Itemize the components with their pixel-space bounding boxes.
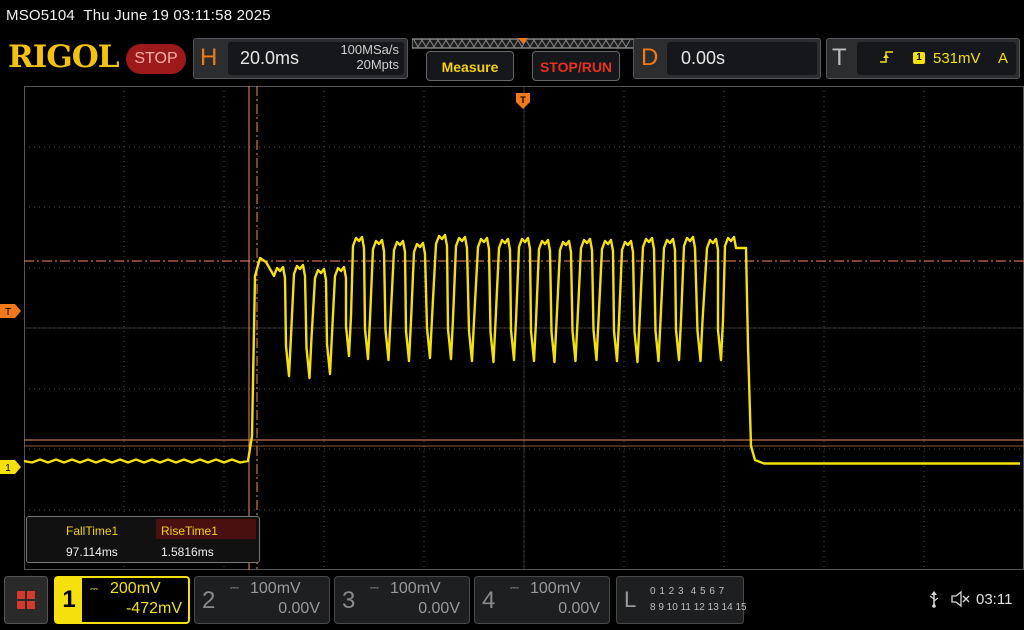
trigger-source-badge: 1	[913, 52, 925, 64]
dc-coupling-icon: ⎓	[370, 582, 379, 594]
memory-position-bar[interactable]	[412, 37, 634, 51]
rise-time-label: RiseTime1	[161, 524, 218, 538]
channel1-number: 1	[56, 578, 82, 622]
channel1-scale: 200mV	[110, 580, 161, 597]
fall-time-label: FallTime1	[66, 524, 119, 538]
channel3-number: 3	[342, 587, 356, 614]
channel1-offset: -472mV	[125, 600, 182, 617]
channel3-offset: 0.00V	[418, 600, 460, 617]
channel1-offset-marker[interactable]: 1	[0, 460, 22, 474]
delay-value: 0.00s	[681, 48, 726, 68]
sample-rate-info: 100MSa/s 20Mpts	[300, 42, 399, 72]
delay-letter: D	[641, 44, 659, 71]
fall-time-value: 97.114ms	[66, 545, 118, 559]
trigger-level-marker[interactable]: T	[0, 304, 22, 318]
main-menu-button[interactable]	[4, 576, 48, 624]
trigger-letter: T	[832, 44, 847, 71]
usb-icon	[929, 591, 939, 608]
brand-logo: RIGOL	[8, 39, 120, 75]
channel4-scale: 100mV	[530, 580, 581, 597]
stop-run-button[interactable]: STOP/RUN	[532, 51, 620, 81]
horizontal-letter: H	[200, 44, 218, 71]
channel2-offset: 0.00V	[278, 600, 320, 617]
logic-channels-row2: 8 9 10 11 12 13 14 15	[650, 602, 747, 613]
channel2-number: 2	[202, 587, 216, 614]
measure-button[interactable]: Measure	[426, 51, 514, 81]
logic-channels-row1: 0 1 2 3 4 5 6 7	[650, 586, 725, 597]
timebase-value: 20.0ms	[240, 48, 300, 68]
channel3-scale: 100mV	[390, 580, 441, 597]
rise-time-value: 1.5816ms	[161, 545, 214, 559]
dc-coupling-icon: ⎓	[510, 582, 519, 594]
channel2-scale: 100mV	[250, 580, 301, 597]
svg-text:T: T	[520, 95, 526, 105]
status-clock: 03:11	[976, 591, 1013, 608]
svg-text:T: T	[5, 307, 11, 318]
speaker-muted-icon[interactable]	[950, 590, 970, 608]
channel4-number: 4	[482, 587, 496, 614]
channel4-offset: 0.00V	[558, 600, 600, 617]
trigger-level: 531mV	[933, 50, 981, 67]
sample-rate: 100MSa/s	[340, 42, 399, 57]
grid-menu-icon	[17, 591, 35, 609]
waveform-display[interactable]	[24, 86, 1024, 570]
run-state-badge[interactable]: STOP	[126, 44, 186, 74]
svg-text:1: 1	[5, 463, 11, 474]
memory-depth: 20Mpts	[356, 57, 399, 72]
logic-letter: L	[624, 587, 637, 612]
dc-coupling-icon: ⎓	[230, 582, 239, 594]
trigger-position-marker[interactable]: T	[515, 92, 531, 110]
rising-edge-icon	[880, 51, 893, 63]
trigger-mode: A	[998, 50, 1009, 67]
dc-coupling-icon: ⎓	[90, 584, 98, 595]
title-text: MSO5104 Thu June 19 03:11:58 2025	[6, 7, 271, 24]
